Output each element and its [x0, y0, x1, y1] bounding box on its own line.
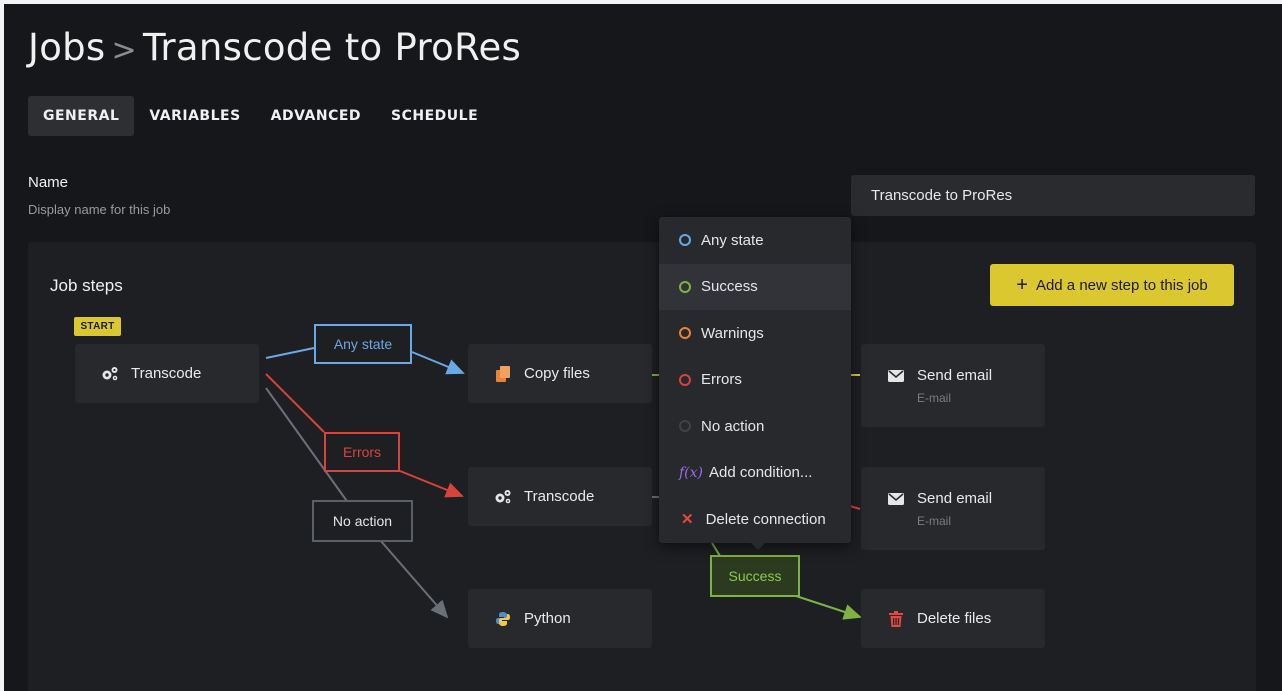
menu-item-delete-connection[interactable]: ✕ Delete connection: [659, 496, 851, 543]
circle-red-icon: [679, 373, 691, 386]
menu-item-label: Warnings: [701, 324, 764, 342]
start-badge: START: [74, 317, 121, 336]
circle-dark-icon: [679, 420, 691, 433]
menu-item-success[interactable]: Success: [659, 263, 851, 310]
close-icon: ✕: [681, 511, 694, 529]
connection-label-any-state[interactable]: Any state: [314, 324, 412, 364]
name-help-text: Display name for this job: [28, 202, 171, 217]
menu-item-label: Errors: [701, 371, 742, 389]
circle-green-icon: [679, 280, 691, 293]
menu-item-errors[interactable]: Errors: [659, 357, 851, 404]
circle-orange-icon: [679, 327, 691, 340]
menu-item-label: Delete connection: [705, 510, 826, 528]
add-step-button[interactable]: + Add a new step to this job: [990, 264, 1234, 306]
gears-icon: [101, 365, 119, 383]
envelope-icon: [887, 367, 905, 385]
step-label: Send email: [917, 367, 993, 384]
step-label: Delete files: [917, 610, 992, 627]
add-step-label: Add a new step to this job: [1035, 276, 1208, 294]
job-name-input[interactable]: [851, 175, 1255, 216]
tab-variables[interactable]: VARIABLES: [134, 96, 255, 136]
step-label: Transcode: [524, 488, 595, 505]
step-send-email-2[interactable]: Send email E-mail: [861, 467, 1045, 550]
plus-icon: +: [1016, 274, 1028, 296]
page-title: Jobs > Transcode to ProRes: [28, 26, 521, 69]
envelope-icon: [887, 490, 905, 508]
step-subtitle: E-mail: [917, 390, 952, 405]
name-label: Name: [28, 174, 69, 191]
step-label: Transcode: [131, 365, 202, 382]
step-label: Send email: [917, 490, 993, 507]
step-python[interactable]: Python: [468, 589, 652, 648]
python-icon: [494, 610, 512, 628]
menu-item-label: Success: [701, 278, 758, 296]
app-window: Jobs > Transcode to ProRes GENERAL VARIABL…: [4, 4, 1282, 691]
breadcrumb-current: Transcode to ProRes: [142, 26, 522, 69]
connection-label-errors[interactable]: Errors: [324, 432, 400, 472]
connection-context-menu: Any state Success Warnings Errors No act…: [659, 217, 851, 543]
tab-advanced[interactable]: ADVANCED: [256, 96, 376, 136]
step-send-email-1[interactable]: Send email E-mail: [861, 344, 1045, 427]
step-subtitle: E-mail: [917, 513, 952, 528]
menu-item-any-state[interactable]: Any state: [659, 217, 851, 264]
gears-icon: [494, 488, 512, 506]
breadcrumb-jobs[interactable]: Jobs: [28, 26, 106, 69]
menu-item-label: No action: [701, 417, 765, 435]
step-label: Copy files: [524, 365, 590, 382]
step-transcode-start[interactable]: Transcode: [75, 344, 259, 403]
menu-caret: [750, 542, 766, 550]
menu-item-no-action[interactable]: No action: [659, 403, 851, 450]
tab-bar: GENERAL VARIABLES ADVANCED SCHEDULE: [28, 96, 493, 136]
connection-label-success[interactable]: Success: [710, 555, 800, 597]
tab-schedule[interactable]: SCHEDULE: [376, 96, 493, 136]
job-steps-title: Job steps: [50, 276, 123, 295]
files-icon: [494, 365, 512, 383]
circle-blue-icon: [679, 234, 691, 247]
trash-icon: [887, 610, 905, 628]
breadcrumb-separator: >: [111, 33, 137, 68]
menu-item-add-condition[interactable]: f(x) Add condition...: [659, 450, 851, 497]
step-copy-files[interactable]: Copy files: [468, 344, 652, 403]
step-label: Python: [524, 610, 571, 627]
menu-item-warnings[interactable]: Warnings: [659, 310, 851, 357]
menu-item-label: Add condition...: [709, 464, 813, 482]
connection-label-no-action[interactable]: No action: [312, 500, 413, 542]
step-transcode[interactable]: Transcode: [468, 467, 652, 526]
menu-item-label: Any state: [701, 231, 764, 249]
step-delete-files[interactable]: Delete files: [861, 589, 1045, 648]
tab-general[interactable]: GENERAL: [28, 96, 135, 136]
fx-icon: f(x): [679, 464, 704, 481]
